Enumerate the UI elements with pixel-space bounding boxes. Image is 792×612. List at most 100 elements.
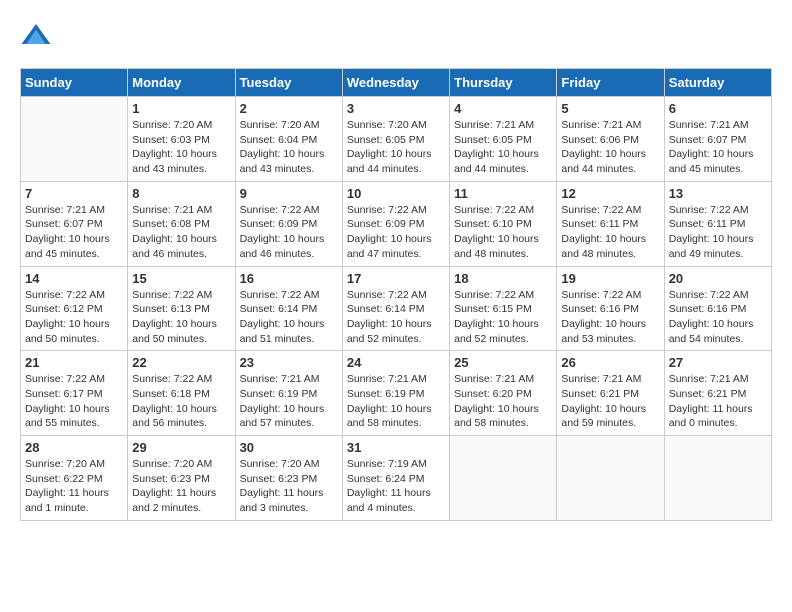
calendar-cell [450,436,557,521]
logo-icon [20,20,52,52]
day-info: Sunrise: 7:22 AMSunset: 6:18 PMDaylight:… [132,372,230,431]
day-info: Sunrise: 7:20 AMSunset: 6:03 PMDaylight:… [132,118,230,177]
calendar-cell: 30 Sunrise: 7:20 AMSunset: 6:23 PMDaylig… [235,436,342,521]
calendar-cell: 17 Sunrise: 7:22 AMSunset: 6:14 PMDaylig… [342,266,449,351]
calendar-cell: 15 Sunrise: 7:22 AMSunset: 6:13 PMDaylig… [128,266,235,351]
day-info: Sunrise: 7:22 AMSunset: 6:11 PMDaylight:… [669,203,767,262]
calendar-cell [664,436,771,521]
day-number: 14 [25,271,123,286]
day-number: 15 [132,271,230,286]
day-info: Sunrise: 7:20 AMSunset: 6:05 PMDaylight:… [347,118,445,177]
day-number: 12 [561,186,659,201]
day-number: 4 [454,101,552,116]
day-info: Sunrise: 7:21 AMSunset: 6:21 PMDaylight:… [561,372,659,431]
day-number: 3 [347,101,445,116]
day-info: Sunrise: 7:21 AMSunset: 6:19 PMDaylight:… [347,372,445,431]
day-number: 25 [454,355,552,370]
calendar-cell: 10 Sunrise: 7:22 AMSunset: 6:09 PMDaylig… [342,181,449,266]
day-info: Sunrise: 7:22 AMSunset: 6:16 PMDaylight:… [669,288,767,347]
day-info: Sunrise: 7:22 AMSunset: 6:13 PMDaylight:… [132,288,230,347]
calendar-cell: 16 Sunrise: 7:22 AMSunset: 6:14 PMDaylig… [235,266,342,351]
calendar-cell: 23 Sunrise: 7:21 AMSunset: 6:19 PMDaylig… [235,351,342,436]
calendar-day-header: Wednesday [342,69,449,97]
day-number: 30 [240,440,338,455]
day-info: Sunrise: 7:22 AMSunset: 6:14 PMDaylight:… [347,288,445,347]
logo [20,20,56,52]
day-number: 22 [132,355,230,370]
day-number: 1 [132,101,230,116]
day-number: 19 [561,271,659,286]
day-info: Sunrise: 7:21 AMSunset: 6:08 PMDaylight:… [132,203,230,262]
day-number: 11 [454,186,552,201]
day-number: 13 [669,186,767,201]
day-info: Sunrise: 7:22 AMSunset: 6:09 PMDaylight:… [240,203,338,262]
day-number: 24 [347,355,445,370]
day-info: Sunrise: 7:22 AMSunset: 6:12 PMDaylight:… [25,288,123,347]
calendar-cell: 6 Sunrise: 7:21 AMSunset: 6:07 PMDayligh… [664,97,771,182]
calendar-cell: 5 Sunrise: 7:21 AMSunset: 6:06 PMDayligh… [557,97,664,182]
calendar-cell: 4 Sunrise: 7:21 AMSunset: 6:05 PMDayligh… [450,97,557,182]
calendar-cell: 9 Sunrise: 7:22 AMSunset: 6:09 PMDayligh… [235,181,342,266]
calendar-cell: 28 Sunrise: 7:20 AMSunset: 6:22 PMDaylig… [21,436,128,521]
day-info: Sunrise: 7:22 AMSunset: 6:15 PMDaylight:… [454,288,552,347]
day-number: 31 [347,440,445,455]
calendar-week-row: 7 Sunrise: 7:21 AMSunset: 6:07 PMDayligh… [21,181,772,266]
day-info: Sunrise: 7:21 AMSunset: 6:19 PMDaylight:… [240,372,338,431]
day-info: Sunrise: 7:21 AMSunset: 6:06 PMDaylight:… [561,118,659,177]
day-info: Sunrise: 7:20 AMSunset: 6:23 PMDaylight:… [132,457,230,516]
day-number: 7 [25,186,123,201]
calendar-cell: 2 Sunrise: 7:20 AMSunset: 6:04 PMDayligh… [235,97,342,182]
day-number: 18 [454,271,552,286]
calendar-cell: 26 Sunrise: 7:21 AMSunset: 6:21 PMDaylig… [557,351,664,436]
day-number: 9 [240,186,338,201]
calendar-cell [557,436,664,521]
day-info: Sunrise: 7:22 AMSunset: 6:11 PMDaylight:… [561,203,659,262]
page-header [20,20,772,52]
day-number: 28 [25,440,123,455]
calendar-week-row: 1 Sunrise: 7:20 AMSunset: 6:03 PMDayligh… [21,97,772,182]
day-info: Sunrise: 7:21 AMSunset: 6:20 PMDaylight:… [454,372,552,431]
day-number: 8 [132,186,230,201]
day-info: Sunrise: 7:21 AMSunset: 6:21 PMDaylight:… [669,372,767,431]
day-info: Sunrise: 7:21 AMSunset: 6:05 PMDaylight:… [454,118,552,177]
calendar-cell: 3 Sunrise: 7:20 AMSunset: 6:05 PMDayligh… [342,97,449,182]
calendar-cell: 29 Sunrise: 7:20 AMSunset: 6:23 PMDaylig… [128,436,235,521]
day-info: Sunrise: 7:22 AMSunset: 6:10 PMDaylight:… [454,203,552,262]
calendar-week-row: 28 Sunrise: 7:20 AMSunset: 6:22 PMDaylig… [21,436,772,521]
day-number: 21 [25,355,123,370]
day-number: 29 [132,440,230,455]
calendar-day-header: Saturday [664,69,771,97]
day-info: Sunrise: 7:21 AMSunset: 6:07 PMDaylight:… [25,203,123,262]
calendar-day-header: Thursday [450,69,557,97]
calendar-header-row: SundayMondayTuesdayWednesdayThursdayFrid… [21,69,772,97]
day-number: 5 [561,101,659,116]
day-number: 23 [240,355,338,370]
day-info: Sunrise: 7:21 AMSunset: 6:07 PMDaylight:… [669,118,767,177]
calendar-cell: 27 Sunrise: 7:21 AMSunset: 6:21 PMDaylig… [664,351,771,436]
day-info: Sunrise: 7:20 AMSunset: 6:23 PMDaylight:… [240,457,338,516]
calendar-day-header: Sunday [21,69,128,97]
day-info: Sunrise: 7:20 AMSunset: 6:22 PMDaylight:… [25,457,123,516]
calendar-day-header: Friday [557,69,664,97]
calendar-table: SundayMondayTuesdayWednesdayThursdayFrid… [20,68,772,521]
day-number: 20 [669,271,767,286]
day-info: Sunrise: 7:22 AMSunset: 6:14 PMDaylight:… [240,288,338,347]
day-info: Sunrise: 7:22 AMSunset: 6:17 PMDaylight:… [25,372,123,431]
calendar-cell: 31 Sunrise: 7:19 AMSunset: 6:24 PMDaylig… [342,436,449,521]
calendar-week-row: 21 Sunrise: 7:22 AMSunset: 6:17 PMDaylig… [21,351,772,436]
day-number: 26 [561,355,659,370]
calendar-cell: 14 Sunrise: 7:22 AMSunset: 6:12 PMDaylig… [21,266,128,351]
calendar-cell: 22 Sunrise: 7:22 AMSunset: 6:18 PMDaylig… [128,351,235,436]
calendar-cell: 21 Sunrise: 7:22 AMSunset: 6:17 PMDaylig… [21,351,128,436]
calendar-cell: 20 Sunrise: 7:22 AMSunset: 6:16 PMDaylig… [664,266,771,351]
calendar-cell: 25 Sunrise: 7:21 AMSunset: 6:20 PMDaylig… [450,351,557,436]
calendar-cell: 13 Sunrise: 7:22 AMSunset: 6:11 PMDaylig… [664,181,771,266]
day-info: Sunrise: 7:19 AMSunset: 6:24 PMDaylight:… [347,457,445,516]
calendar-day-header: Monday [128,69,235,97]
calendar-cell: 12 Sunrise: 7:22 AMSunset: 6:11 PMDaylig… [557,181,664,266]
calendar-cell: 8 Sunrise: 7:21 AMSunset: 6:08 PMDayligh… [128,181,235,266]
calendar-cell: 19 Sunrise: 7:22 AMSunset: 6:16 PMDaylig… [557,266,664,351]
calendar-cell: 7 Sunrise: 7:21 AMSunset: 6:07 PMDayligh… [21,181,128,266]
calendar-week-row: 14 Sunrise: 7:22 AMSunset: 6:12 PMDaylig… [21,266,772,351]
day-number: 6 [669,101,767,116]
